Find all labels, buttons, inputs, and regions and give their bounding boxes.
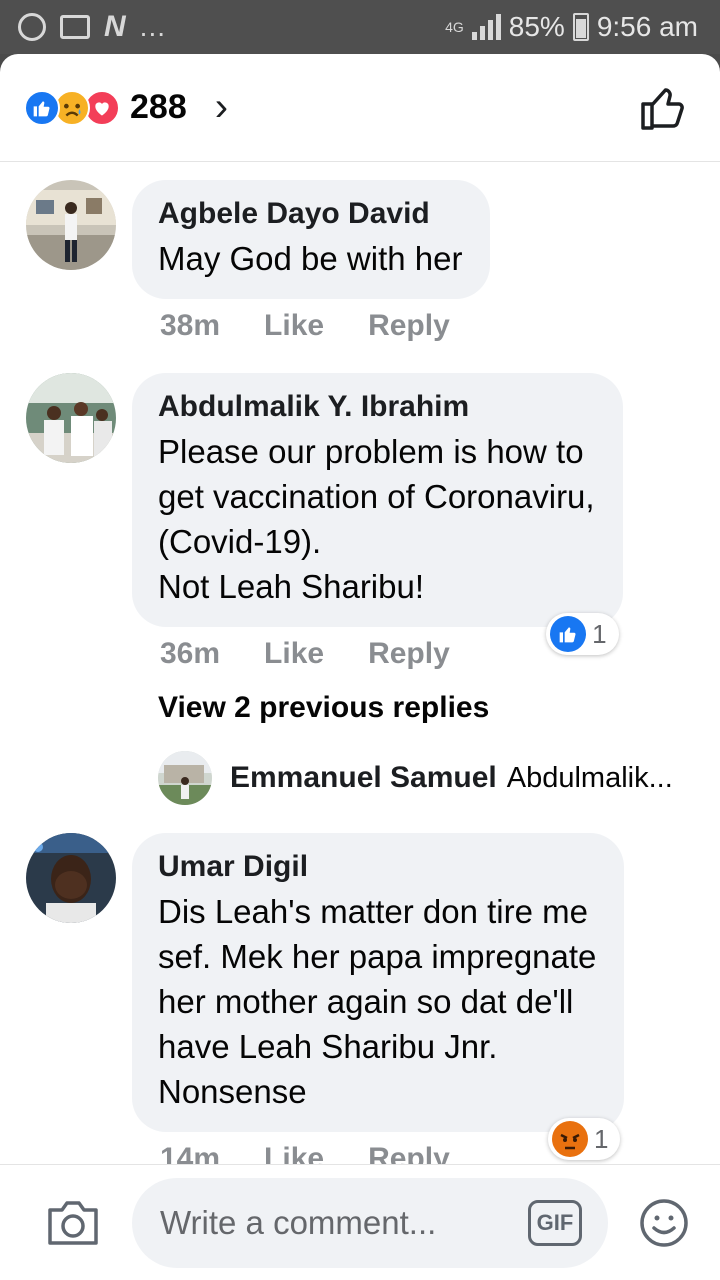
view-previous-replies-link[interactable]: View 2 previous replies [0, 671, 720, 725]
reactions-summary[interactable]: 288 › [24, 85, 228, 130]
emoji-button[interactable] [638, 1197, 690, 1249]
comment-item: Agbele Dayo David May God be with her 38… [0, 180, 720, 343]
like-post-button[interactable] [638, 83, 688, 133]
comment-list: Agbele Dayo David May God be with her 38… [0, 162, 720, 1176]
comment-reaction-badge[interactable]: 1 [547, 1118, 621, 1160]
notification-icons: N ... [18, 10, 166, 44]
reply-text: Abdulmalik... [506, 761, 673, 794]
like-comment-button[interactable]: Like [264, 309, 324, 343]
gif-button[interactable]: GIF [528, 1199, 582, 1246]
clock: 9:56 am [596, 11, 698, 42]
comment-composer: GIF [0, 1164, 720, 1280]
more-notifications-indicator: ... [139, 11, 167, 42]
sheet-header: 288 › [0, 54, 720, 162]
status-bar: N ... 4G 85% 9:56 am [0, 0, 720, 54]
avatar[interactable] [158, 751, 212, 805]
network-type: 4G [445, 19, 464, 35]
comment-text: Please our problem is how to get vaccina… [158, 433, 595, 605]
comment-item: Umar Digil Dis Leah's matter don tire me… [0, 833, 720, 1176]
comment-bubble[interactable]: Umar Digil Dis Leah's matter don tire me… [132, 833, 625, 1160]
battery-icon [572, 13, 589, 41]
comment-input-wrapper: GIF [132, 1177, 608, 1268]
reaction-badge-count: 1 [592, 618, 607, 649]
camera-icon [48, 1200, 98, 1245]
battery-percent: 85% [508, 11, 565, 42]
angry-reaction-icon [551, 1121, 588, 1157]
comment-text: Dis Leah's matter don tire me sef. Mek h… [158, 893, 597, 1110]
reply-author[interactable]: Emmanuel Samuel [230, 761, 497, 795]
comment-time: 36m [160, 637, 221, 670]
reaction-count: 288 [130, 88, 187, 126]
comment-time: 38m [160, 309, 221, 342]
reply-comment-button[interactable]: Reply [368, 309, 450, 343]
smiley-icon [640, 1198, 688, 1247]
comment-author[interactable]: Umar Digil [158, 849, 596, 885]
n-app-icon: N [104, 10, 126, 43]
like-reaction-icon [24, 89, 60, 126]
comment-author[interactable]: Abdulmalik Y. Ibrahim [158, 389, 595, 425]
signal-icon [471, 14, 501, 40]
comment-author[interactable]: Agbele Dayo David [158, 196, 462, 232]
chevron-right-icon[interactable]: › [215, 85, 228, 130]
reaction-badge-count: 1 [593, 1123, 609, 1154]
reply-preview[interactable]: Emmanuel Samuel Abdulmalik... [0, 725, 720, 805]
thumbs-up-outline-icon [641, 87, 684, 130]
reply-comment-button[interactable]: Reply [368, 637, 450, 671]
comment-text: May God be with her [158, 240, 463, 277]
comment-actions: 38m Like Reply [132, 299, 490, 343]
avatar[interactable] [26, 373, 116, 463]
gallery-icon [60, 15, 90, 39]
avatar[interactable] [26, 180, 116, 270]
camera-button[interactable] [44, 1198, 102, 1248]
comment-bubble[interactable]: Agbele Dayo David May God be with her [132, 180, 491, 299]
comment-input[interactable] [160, 1203, 518, 1242]
comment-item: Abdulmalik Y. Ibrahim Please our problem… [0, 373, 720, 671]
comment-reaction-badge[interactable]: 1 [546, 613, 619, 655]
comments-sheet: 288 › Agbele Dayo David May God be with … [0, 54, 720, 1280]
avatar[interactable] [26, 833, 116, 923]
like-reaction-icon [550, 616, 587, 652]
whatsapp-icon [18, 13, 46, 41]
like-comment-button[interactable]: Like [264, 637, 324, 671]
comment-bubble[interactable]: Abdulmalik Y. Ibrahim Please our problem… [132, 373, 623, 655]
